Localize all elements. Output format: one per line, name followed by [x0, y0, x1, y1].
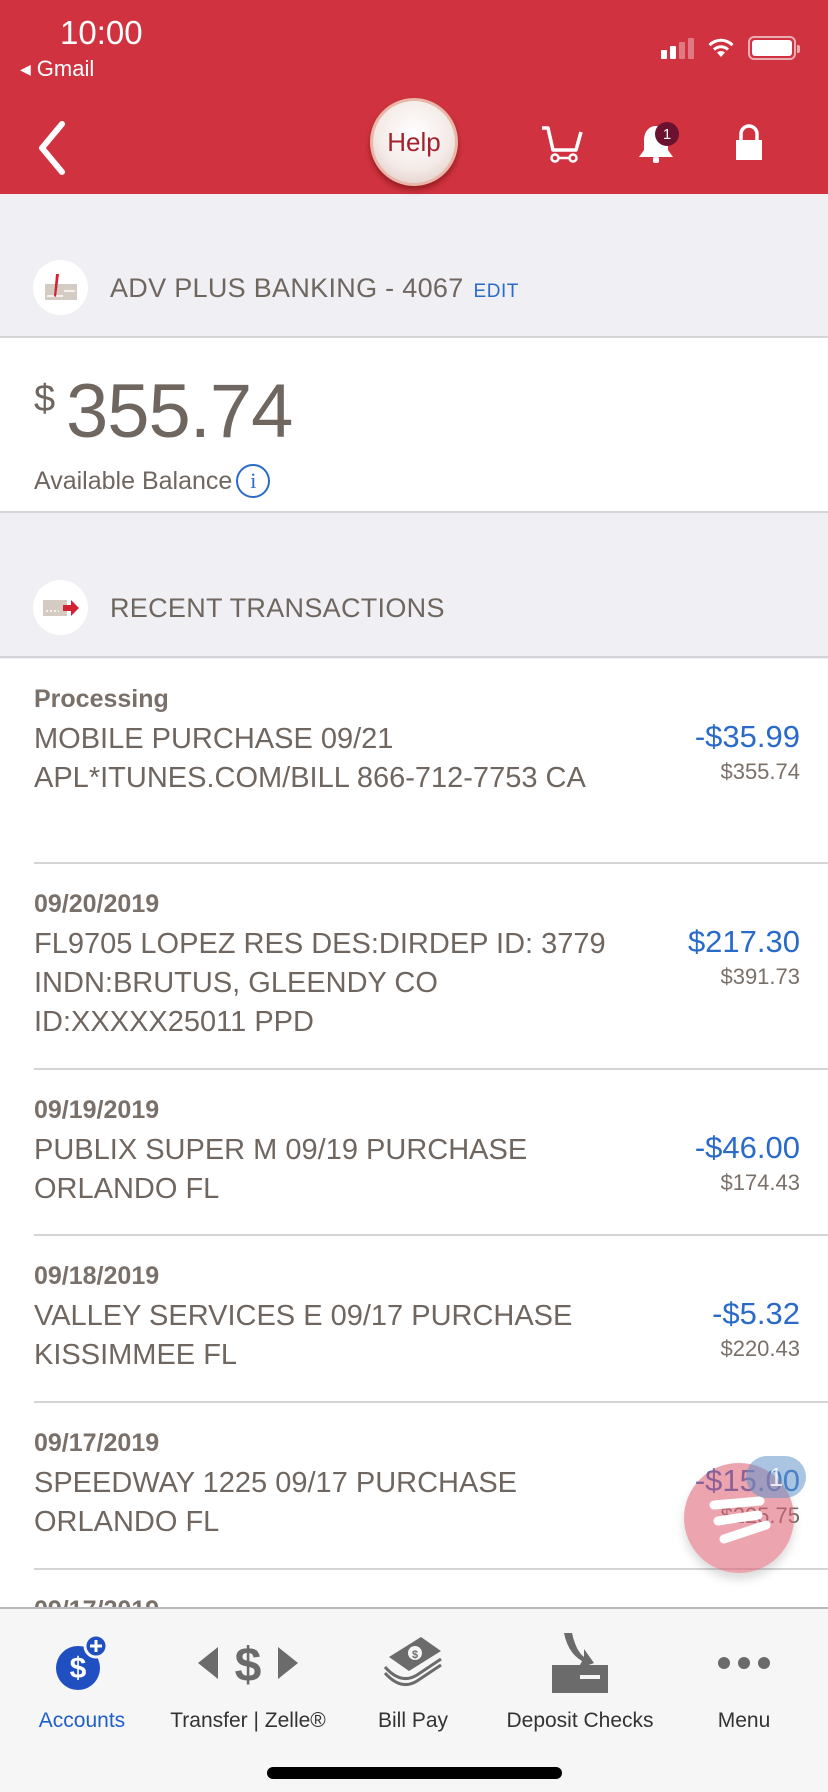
help-button[interactable]: Help: [370, 98, 458, 186]
transaction-description: PUBLIX SUPER M 09/19 PURCHASE ORLANDO FL: [34, 1134, 528, 1205]
cart-icon[interactable]: [540, 124, 584, 164]
transfer-icon: $: [198, 1639, 298, 1692]
transaction-running-balance: $220.43: [720, 1336, 800, 1361]
lock-icon[interactable]: [735, 124, 763, 162]
transaction-row[interactable]: 09/20/2019 FL9705 LOPEZ RES DES:DIRDEP I…: [34, 864, 828, 1070]
transaction-running-balance: $391.73: [720, 964, 800, 989]
account-header: ADV PLUS BANKING - 4067 EDIT: [0, 233, 828, 338]
balance-card: $ 355.74 Available Balance i: [0, 338, 828, 513]
deposit-checks-icon: [552, 1633, 608, 1693]
tab-accounts[interactable]: $ Accounts: [20, 1629, 144, 1733]
battery-icon: [748, 36, 800, 60]
bill-pay-icon: $: [383, 1637, 442, 1687]
transaction-date: Processing: [34, 685, 169, 713]
transaction-date: 09/20/2019: [34, 890, 160, 918]
tab-transfer-zelle[interactable]: $ Transfer | Zelle®: [170, 1629, 326, 1733]
tab-label: Transfer | Zelle®: [170, 1709, 326, 1732]
status-icons: [661, 36, 800, 60]
available-balance-label: Available Balance: [34, 466, 233, 495]
transactions-icon-circle: [33, 580, 88, 635]
transaction-description: MOBILE PURCHASE 09/21 APL*ITUNES.COM/BIL…: [34, 723, 586, 794]
balance-amount: 355.74: [66, 369, 293, 454]
transactions-title: RECENT TRANSACTIONS: [110, 593, 445, 623]
cellular-signal-icon: [661, 37, 694, 59]
more-icon: [718, 1657, 770, 1669]
back-triangle-icon: ◀: [20, 61, 31, 77]
tab-bill-pay[interactable]: $ Bill Pay: [355, 1629, 471, 1733]
transaction-amount: $217.30: [687, 924, 800, 959]
svg-text:$: $: [412, 1649, 418, 1661]
status-time: 10:00: [60, 14, 143, 51]
available-balance-row: Available Balance i: [34, 464, 271, 498]
transaction-date: 09/18/2019: [34, 1262, 160, 1290]
transaction-date: 09/17/2019: [34, 1429, 160, 1457]
transaction-description: SPEEDWAY 1225 09/17 PURCHASE ORLANDO FL: [34, 1467, 518, 1538]
account-name: ADV PLUS BANKING - 4067 EDIT: [110, 273, 519, 304]
transaction-row[interactable]: Processing MOBILE PURCHASE 09/21 APL*ITU…: [34, 659, 828, 864]
erica-badge: 1: [746, 1456, 806, 1498]
transaction-running-balance: $355.74: [720, 759, 800, 784]
bottom-tab-bar: $ Accounts $ Transfer | Zelle® $ Bill Pa…: [0, 1607, 828, 1792]
check-icon-circle: [33, 260, 88, 315]
transaction-row[interactable]: 09/18/2019 VALLEY SERVICES E 09/17 PURCH…: [34, 1236, 828, 1403]
transaction-amount: -$35.99: [694, 719, 800, 754]
transaction-running-balance: $174.43: [720, 1170, 800, 1195]
transaction-amount: -$5.32: [712, 1296, 800, 1331]
tab-label: Bill Pay: [377, 1709, 449, 1732]
help-label: Help: [387, 126, 441, 157]
edit-account-link[interactable]: EDIT: [474, 281, 519, 302]
svg-text:$: $: [70, 1652, 87, 1685]
transaction-row[interactable]: 09/19/2019 PUBLIX SUPER M 09/19 PURCHASE…: [34, 1070, 828, 1236]
svg-text:$: $: [235, 1639, 262, 1692]
tab-menu[interactable]: Menu: [696, 1629, 792, 1733]
tab-label: Accounts: [38, 1709, 126, 1732]
tab-deposit-checks[interactable]: Deposit Checks: [497, 1629, 663, 1733]
tab-label: Deposit Checks: [506, 1709, 654, 1732]
home-indicator[interactable]: [267, 1767, 562, 1779]
transaction-row[interactable]: 09/17/2019: [34, 1570, 828, 1609]
accounts-dollar-icon: $: [56, 1633, 109, 1690]
transaction-date: 09/19/2019: [34, 1096, 160, 1124]
checking-account-icon: [44, 273, 77, 300]
back-app-label: Gmail: [36, 56, 95, 81]
back-chevron-icon[interactable]: [34, 118, 74, 178]
tab-label: Menu: [717, 1709, 771, 1732]
card-arrow-icon: [42, 599, 79, 616]
transaction-description: FL9705 LOPEZ RES DES:DIRDEP ID: 3779 IND…: [34, 928, 606, 1038]
notification-badge: 1: [655, 122, 679, 146]
balance-currency: $: [34, 378, 56, 420]
wifi-icon: [708, 38, 734, 57]
back-to-app-link[interactable]: ◀ Gmail: [20, 56, 94, 82]
transaction-description: VALLEY SERVICES E 09/17 PURCHASE KISSIMM…: [34, 1300, 573, 1371]
info-icon[interactable]: i: [236, 464, 271, 498]
transaction-amount: -$46.00: [694, 1130, 800, 1165]
app-header: 10:00 ◀ Gmail Help 1: [0, 0, 828, 194]
transactions-header: RECENT TRANSACTIONS: [0, 553, 828, 658]
account-title: ADV PLUS BANKING - 4067: [110, 273, 464, 303]
